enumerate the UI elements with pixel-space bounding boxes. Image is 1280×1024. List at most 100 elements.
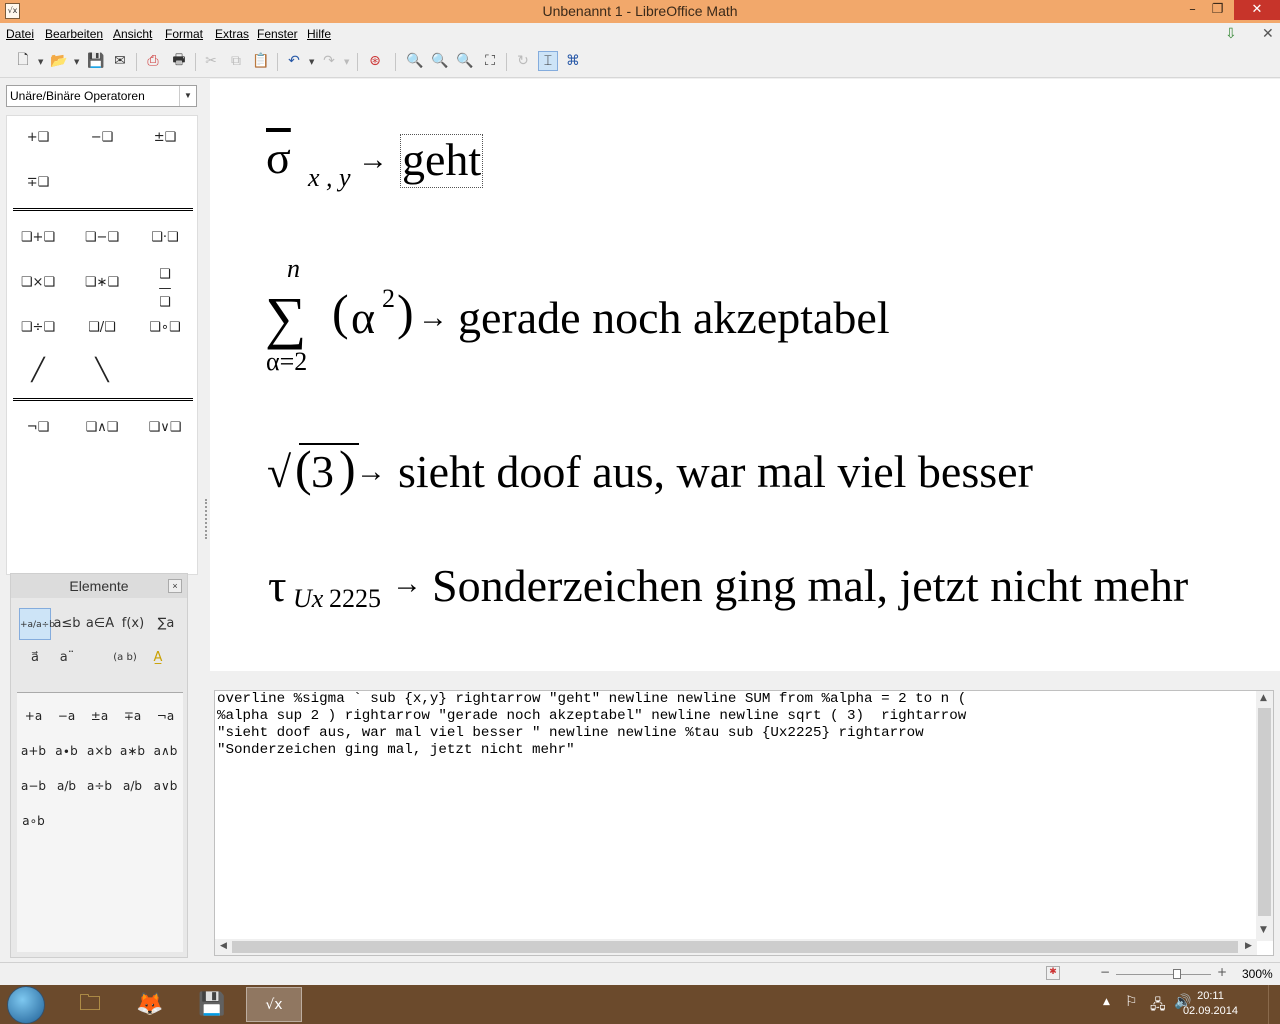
symbol-ast[interactable]: ❑∗❑ [77, 268, 127, 298]
category-select[interactable]: Unäre/Binäre Operatoren ▼ [6, 85, 197, 107]
vertical-scrollbar[interactable]: ▲ ▼ [1256, 691, 1273, 941]
cut-icon[interactable]: ✂ [201, 51, 221, 71]
element-item[interactable]: +a [17, 701, 50, 731]
show-desktop-button[interactable] [1268, 985, 1280, 1024]
email-icon[interactable]: ✉ [110, 51, 130, 71]
scroll-right-icon[interactable]: ▶ [1245, 941, 1252, 951]
symbol-and[interactable]: ❑∧❑ [77, 413, 127, 443]
symbol-add[interactable]: ❑+❑ [13, 223, 63, 253]
clock[interactable]: 20:11 02.09.2014 [1183, 989, 1238, 1019]
copy-icon[interactable]: ⧉ [226, 51, 246, 71]
paste-icon[interactable]: 📋 [251, 51, 271, 71]
close-button[interactable]: ✕ [1234, 0, 1280, 20]
undo-icon[interactable]: ↶ [284, 51, 304, 71]
libreoffice-math-icon[interactable]: √x [246, 987, 302, 1022]
category-operators[interactable]: +a/a÷b [19, 608, 55, 640]
category-set-operations[interactable]: a∈A [84, 608, 116, 640]
menu-ansicht[interactable]: Ansicht [113, 27, 152, 41]
update-icon[interactable]: ⇩ [1225, 26, 1237, 42]
close-document-icon[interactable]: ✕ [1262, 26, 1274, 42]
element-item[interactable]: a/b [116, 771, 149, 801]
symbol-wideslash[interactable]: ╱ [13, 356, 63, 386]
category-functions[interactable]: f(x) [117, 608, 149, 640]
scroll-left-icon[interactable]: ◀ [220, 941, 227, 951]
symbol-minus[interactable]: −❑ [77, 123, 127, 153]
formula-text-geht[interactable]: geht [400, 134, 484, 188]
category-brackets[interactable]: (a b) [109, 642, 141, 674]
element-item[interactable]: ¬a [149, 701, 182, 731]
symbol-or[interactable]: ❑∨❑ [140, 413, 190, 443]
tray-expand-icon[interactable]: ▲ [1103, 997, 1110, 1007]
file-explorer-icon[interactable]: 🗀 [62, 987, 118, 1022]
firefox-icon[interactable]: 🦊 [122, 987, 178, 1022]
open-folder-icon[interactable]: 📂 [49, 51, 69, 71]
symbol-widebackslash[interactable]: ╲ [77, 356, 127, 386]
element-item[interactable]: ±a [83, 701, 116, 731]
command-input[interactable]: overline %sigma ` sub {x,y} rightarrow "… [217, 691, 1255, 759]
menu-extras[interactable]: Extras [215, 27, 249, 41]
symbol-plus[interactable]: +❑ [13, 123, 63, 153]
formula-cursor-icon[interactable]: ⌶ [538, 51, 558, 71]
symbols-icon[interactable]: ⌘ [563, 51, 583, 71]
category-operators-sum[interactable]: ∑a [150, 608, 182, 640]
show-all-icon[interactable]: ⛶ [480, 51, 500, 71]
element-item[interactable]: a∨b [149, 771, 182, 801]
formula-view[interactable]: σ x , y → geht n ∑ α=2 ( α 2 ) → gerade … [210, 79, 1280, 671]
symbol-fraction[interactable]: ❑ — ❑ [140, 268, 190, 310]
symbol-plusminus[interactable]: ±❑ [140, 123, 190, 153]
category-relations[interactable]: a≤b [51, 608, 83, 640]
category-attributes[interactable]: a⃗ [19, 642, 51, 674]
scroll-up-icon[interactable]: ▲ [1260, 693, 1267, 703]
symbol-slash[interactable]: ❑/❑ [77, 313, 127, 343]
element-item[interactable]: a+b [17, 736, 50, 766]
new-document-icon[interactable]: 🗋 [13, 51, 33, 71]
element-item[interactable]: a÷b [83, 771, 116, 801]
symbol-divide[interactable]: ❑÷❑ [13, 313, 63, 343]
element-item[interactable]: ∓a [116, 701, 149, 731]
zoom-100-icon[interactable]: 🔍 [455, 51, 475, 71]
help-lifebuoy-icon[interactable]: ⊛ [365, 51, 385, 71]
element-item[interactable]: a×b [83, 736, 116, 766]
zoom-out-icon[interactable]: − [1100, 965, 1110, 979]
zoom-level[interactable]: 300% [1242, 967, 1273, 981]
redo-icon[interactable]: ↷ [319, 51, 339, 71]
zoom-slider-handle[interactable] [1173, 969, 1181, 979]
element-item[interactable]: −a [50, 701, 83, 731]
scroll-down-icon[interactable]: ▼ [1260, 925, 1267, 935]
symbol-cdot[interactable]: ❑·❑ [140, 223, 190, 253]
element-item[interactable]: a∗b [116, 736, 149, 766]
scroll-thumb[interactable] [1258, 708, 1271, 916]
splitter-grip[interactable] [205, 499, 207, 539]
menu-format[interactable]: Format [165, 27, 203, 41]
horizontal-scrollbar[interactable]: ◀ ▶ [215, 939, 1257, 955]
action-center-flag-icon[interactable]: ⚐ [1125, 994, 1138, 1010]
symbol-circ[interactable]: ❑∘❑ [140, 313, 190, 343]
update-refresh-icon[interactable]: ↻ [513, 51, 533, 71]
element-item[interactable]: a−b [17, 771, 50, 801]
symbol-times[interactable]: ❑×❑ [13, 268, 63, 298]
start-button[interactable] [7, 986, 45, 1024]
category-formats[interactable]: A̲ [142, 642, 174, 674]
chevron-down-icon[interactable]: ▼ [38, 58, 43, 66]
menu-hilfe[interactable]: Hilfe [307, 27, 331, 41]
network-icon[interactable]: 🖧 [1150, 994, 1166, 1018]
chevron-down-icon[interactable]: ▼ [309, 58, 314, 66]
view-splitter[interactable] [210, 671, 1280, 679]
symbol-subtract[interactable]: ❑−❑ [77, 223, 127, 253]
element-item[interactable]: a∙b [50, 736, 83, 766]
zoom-in-icon[interactable]: 🔍 [405, 51, 425, 71]
chevron-down-icon[interactable]: ▼ [74, 58, 79, 66]
menu-datei[interactable]: Datei [6, 27, 34, 41]
symbol-neg[interactable]: ¬❑ [13, 413, 63, 443]
scroll-thumb[interactable] [232, 941, 1238, 953]
chevron-down-icon[interactable]: ▼ [344, 58, 349, 66]
export-pdf-icon[interactable]: ⎙ [143, 51, 163, 71]
close-elements-button[interactable]: × [168, 579, 182, 593]
command-window[interactable]: overline %sigma ` sub {x,y} rightarrow "… [214, 690, 1274, 956]
save-icon[interactable]: 💾 [86, 51, 106, 71]
zoom-in-icon[interactable]: + [1217, 965, 1227, 979]
element-item[interactable]: a∧b [149, 736, 182, 766]
print-icon[interactable]: 🖶 [169, 51, 189, 71]
panel-splitter[interactable] [202, 79, 210, 961]
element-item[interactable]: a/b [50, 771, 83, 801]
